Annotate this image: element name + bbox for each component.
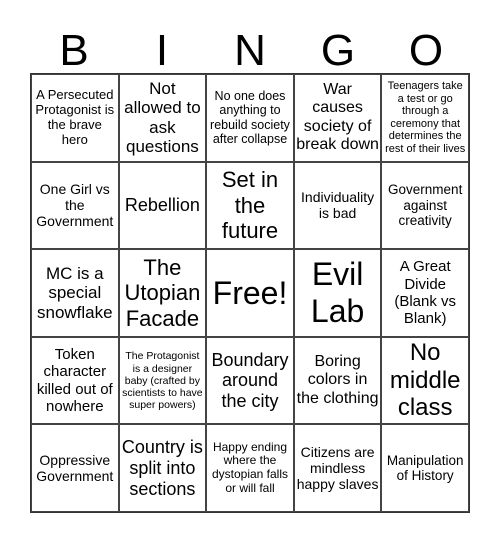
bingo-cell[interactable]: Teenagers take a test or go through a ce… bbox=[381, 74, 469, 162]
title-letter: B bbox=[59, 26, 89, 75]
bingo-cell[interactable]: One Girl vs the Government bbox=[31, 161, 119, 250]
bingo-cell[interactable]: Token character killed out of nowhere bbox=[31, 336, 119, 425]
bingo-cell[interactable]: Government against creativity bbox=[381, 161, 469, 250]
bingo-cell[interactable]: Manipulation of History bbox=[381, 424, 469, 512]
bingo-cell[interactable]: Oppressive Government bbox=[31, 424, 119, 512]
bingo-cell[interactable]: No one does anything to rebuild society … bbox=[206, 74, 294, 162]
bingo-cell[interactable]: Evil Lab bbox=[293, 249, 382, 337]
bingo-cell[interactable]: Citizens are mindless happy slaves bbox=[293, 424, 382, 512]
title-letter: G bbox=[320, 26, 356, 75]
bingo-cell[interactable]: MC is a special snowflake bbox=[31, 249, 119, 337]
bingo-cell[interactable]: Individuality is bad bbox=[293, 161, 382, 250]
bingo-title: BINGO bbox=[30, 28, 470, 74]
bingo-cell[interactable]: A Great Divide (Blank vs Blank) bbox=[381, 249, 469, 337]
title-letter: N bbox=[234, 26, 266, 75]
bingo-cell[interactable]: War causes society of break down bbox=[293, 74, 382, 162]
bingo-cell[interactable]: No middle class bbox=[381, 336, 469, 425]
bingo-cell[interactable]: Boundary around the city bbox=[206, 336, 294, 425]
bingo-cell[interactable]: The Protagonist is a designer baby (craf… bbox=[118, 336, 207, 425]
bingo-cell[interactable]: Rebellion bbox=[118, 161, 207, 250]
bingo-cell[interactable]: Boring colors in the clothing bbox=[293, 336, 382, 425]
title-letter: I bbox=[155, 26, 169, 75]
title-letter: O bbox=[408, 26, 444, 75]
bingo-cell[interactable]: The Utopian Facade bbox=[118, 249, 207, 337]
bingo-cell[interactable]: Not allowed to ask questions bbox=[118, 74, 207, 162]
bingo-cell[interactable]: Set in the future bbox=[206, 161, 294, 250]
bingo-cell[interactable]: Country is split into sections bbox=[118, 424, 207, 512]
bingo-grid: A Persecuted Protagonist is the brave he… bbox=[30, 73, 470, 513]
free-space-cell[interactable]: Free! bbox=[206, 249, 294, 337]
bingo-cell[interactable]: Happy ending where the dystopian falls o… bbox=[206, 424, 294, 512]
bingo-cell[interactable]: A Persecuted Protagonist is the brave he… bbox=[31, 74, 119, 162]
